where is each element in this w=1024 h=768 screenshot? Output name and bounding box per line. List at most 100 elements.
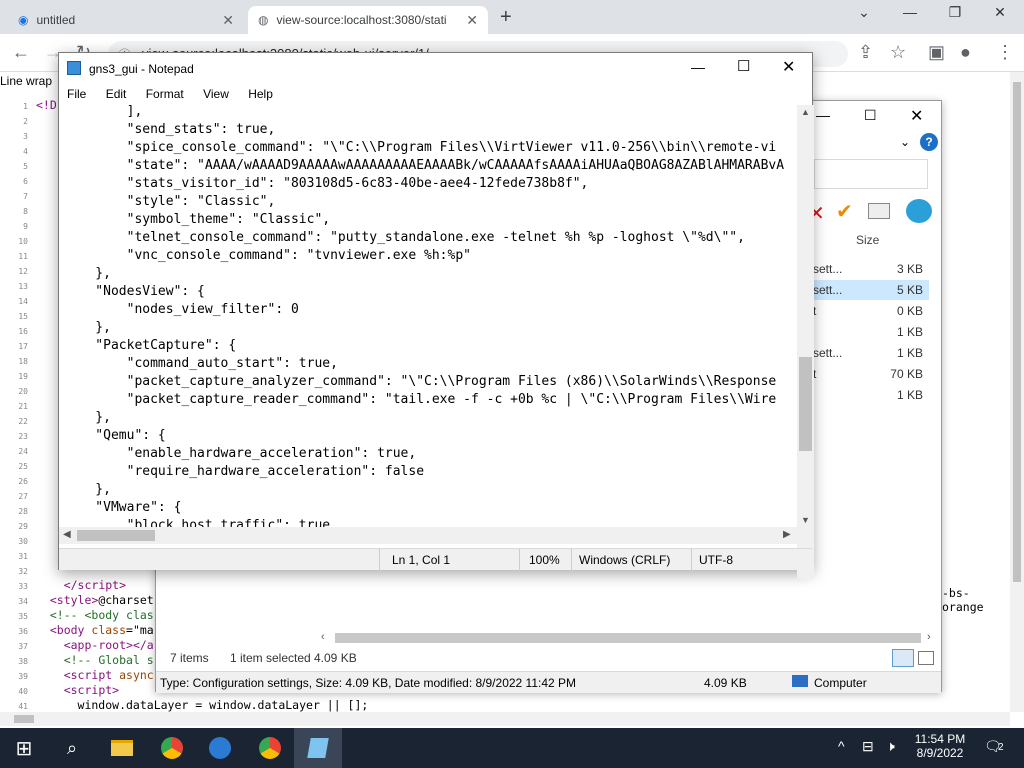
network-tray-icon[interactable]: ⊟ bbox=[862, 738, 874, 755]
close-window-icon[interactable]: ✕ bbox=[980, 4, 1020, 21]
line-number: 40 bbox=[18, 687, 28, 696]
page-horizontal-scrollbar[interactable] bbox=[0, 712, 1010, 726]
scroll-thumb[interactable] bbox=[799, 357, 812, 451]
menu-view[interactable]: View bbox=[203, 83, 229, 105]
text-line: "symbol_theme": "Classic", bbox=[64, 212, 331, 227]
column-header-size[interactable]: Size bbox=[856, 233, 879, 247]
tab-untitled[interactable]: ◉ untitled ✕ bbox=[8, 6, 244, 34]
side-panel-icon[interactable]: ▣ bbox=[928, 42, 945, 63]
source-line: 4 bbox=[0, 143, 36, 158]
scroll-down-icon[interactable]: ▼ bbox=[801, 515, 810, 525]
line-number: 4 bbox=[23, 147, 28, 156]
source-line: 20 bbox=[0, 383, 36, 398]
notepad-icon bbox=[67, 61, 81, 75]
line-endings: Windows (CRLF) bbox=[579, 553, 671, 567]
minimize-icon[interactable]: — bbox=[890, 4, 930, 20]
file-size: 5 KB bbox=[896, 283, 923, 297]
rename-check-icon[interactable]: ✔ bbox=[836, 199, 853, 224]
line-wrap-checkbox[interactable]: Line wrap bbox=[0, 74, 52, 88]
back-icon[interactable]: ← bbox=[12, 42, 30, 63]
bookmark-star-icon[interactable]: ☆ bbox=[890, 42, 906, 63]
maximize-icon[interactable]: ☐ bbox=[864, 107, 877, 124]
line-number: 29 bbox=[18, 522, 28, 531]
file-row[interactable]: t0 KB bbox=[811, 301, 929, 321]
close-tab-icon[interactable]: ✕ bbox=[222, 12, 234, 29]
line-number: 35 bbox=[18, 612, 28, 621]
status-bar: Ln 1, Col 1 100% Windows (CRLF) UTF-8 bbox=[59, 548, 812, 571]
scroll-thumb[interactable] bbox=[77, 530, 155, 541]
line-number: 13 bbox=[18, 282, 28, 291]
volume-muted-icon[interactable]: 🕨 bbox=[886, 738, 895, 755]
horizontal-scrollbar[interactable]: ‹ › bbox=[321, 631, 931, 645]
chrome-taskbar-icon-2[interactable] bbox=[246, 728, 294, 768]
close-tab-icon[interactable]: ✕ bbox=[466, 12, 478, 29]
vertical-scrollbar[interactable]: ▲ ▼ bbox=[797, 105, 814, 579]
line-content: </script> bbox=[63, 578, 127, 592]
network-icon[interactable] bbox=[906, 199, 932, 223]
cursor-position: Ln 1, Col 1 bbox=[392, 553, 451, 567]
taskbar: ⊞ ⌕ ^ ⊟ 🕨 11:54 PM 8/9/2022 🗨 2 bbox=[0, 728, 1024, 768]
scroll-up-icon[interactable]: ▲ bbox=[801, 107, 810, 117]
line-number: 26 bbox=[18, 477, 28, 486]
file-row[interactable]: 1 KB bbox=[811, 322, 929, 342]
notepad-taskbar-icon[interactable] bbox=[294, 728, 342, 768]
clock[interactable]: 11:54 PM 8/9/2022 bbox=[912, 732, 968, 760]
show-hidden-icons-icon[interactable]: ^ bbox=[838, 738, 845, 754]
horizontal-scrollbar[interactable]: ◀ ▶ bbox=[59, 527, 797, 544]
source-line: 28 bbox=[0, 503, 36, 518]
menu-help[interactable]: Help bbox=[248, 83, 273, 105]
text-editor[interactable]: ], "send_stats": true, "spice_console_co… bbox=[59, 105, 797, 579]
menu-file[interactable]: File bbox=[67, 83, 86, 105]
details-view-icon[interactable] bbox=[892, 649, 914, 667]
close-icon[interactable]: ✕ bbox=[782, 57, 795, 77]
restore-icon[interactable]: ❐ bbox=[935, 4, 975, 21]
scroll-thumb[interactable] bbox=[335, 633, 921, 643]
line-number: 20 bbox=[18, 387, 28, 396]
source-fragment: -bs-orange bbox=[942, 586, 984, 614]
page-vertical-scrollbar[interactable] bbox=[1010, 72, 1024, 712]
chrome-taskbar-icon[interactable] bbox=[148, 728, 196, 768]
search-box[interactable] bbox=[814, 159, 928, 189]
item-count: 7 items bbox=[170, 651, 209, 665]
file-explorer-taskbar-icon[interactable] bbox=[98, 728, 146, 768]
search-icon[interactable]: ⌕ bbox=[48, 728, 96, 768]
new-tab-button[interactable]: + bbox=[500, 6, 512, 29]
tab-search-icon[interactable]: ⌄ bbox=[844, 4, 884, 21]
minimize-icon[interactable]: — bbox=[816, 107, 830, 123]
line-content: window.dataLayer = window.dataLayer || [… bbox=[36, 698, 369, 712]
file-row[interactable]: t 70 KB bbox=[811, 364, 929, 384]
maximize-icon[interactable]: ☐ bbox=[737, 57, 750, 75]
start-button[interactable]: ⊞ bbox=[0, 728, 48, 768]
menu-format[interactable]: Format bbox=[146, 83, 184, 105]
minimize-icon[interactable]: — bbox=[691, 59, 705, 75]
menu-edit[interactable]: Edit bbox=[106, 83, 127, 105]
large-icons-view-icon[interactable] bbox=[918, 651, 934, 665]
line-number: 24 bbox=[18, 447, 28, 456]
help-icon[interactable]: ? bbox=[920, 133, 938, 151]
scroll-thumb[interactable] bbox=[1013, 82, 1021, 582]
notepad-titlebar[interactable]: gns3_gui - Notepad — ☐ ✕ bbox=[59, 53, 812, 83]
tab-view-source[interactable]: ◍ view-source:localhost:3080/static ✕ bbox=[248, 6, 488, 34]
edge-taskbar-icon[interactable] bbox=[196, 728, 244, 768]
text-line: }, bbox=[64, 482, 111, 497]
file-row[interactable]: sett... 5 KB bbox=[811, 280, 929, 300]
text-line: "telnet_console_command": "putty_standal… bbox=[64, 230, 745, 245]
file-row[interactable]: sett... 1 KB bbox=[811, 343, 929, 363]
scroll-left-icon[interactable]: ◀ bbox=[63, 529, 71, 540]
selection-size: 4.09 KB bbox=[314, 651, 357, 665]
chrome-menu-icon[interactable]: ⋮ bbox=[996, 42, 1014, 63]
properties-icon[interactable] bbox=[868, 203, 890, 219]
profile-avatar-icon[interactable]: ● bbox=[960, 42, 971, 63]
file-row[interactable]: sett... 3 KB bbox=[811, 259, 929, 279]
close-icon[interactable]: ✕ bbox=[910, 106, 923, 126]
line-content: <!-- Global s bbox=[63, 653, 154, 667]
expand-ribbon-icon[interactable]: ⌄ bbox=[900, 135, 910, 149]
scroll-thumb[interactable] bbox=[14, 715, 34, 723]
scroll-right-icon[interactable]: ▶ bbox=[783, 529, 791, 540]
file-row[interactable]: 1 KB bbox=[811, 385, 929, 405]
source-line: 7 bbox=[0, 188, 36, 203]
share-icon[interactable]: ⇪ bbox=[858, 42, 873, 63]
line-number: 7 bbox=[23, 192, 28, 201]
text-line: "stats_visitor_id": "803108d5-6c83-40be-… bbox=[64, 176, 589, 191]
source-line: 14 bbox=[0, 293, 36, 308]
